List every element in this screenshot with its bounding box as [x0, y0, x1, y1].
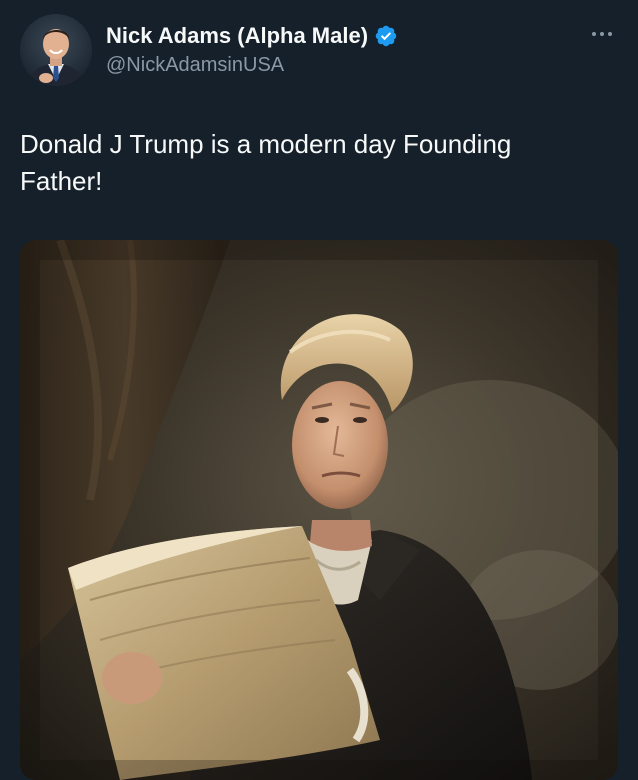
more-options-icon	[592, 32, 612, 36]
name-row: Nick Adams (Alpha Male)	[106, 22, 398, 50]
tweet-card: Nick Adams (Alpha Male) @NickAdamsinUSA …	[0, 0, 638, 780]
verified-badge-icon[interactable]	[374, 24, 398, 48]
more-options-button[interactable]	[586, 22, 618, 46]
portrait-painting-image	[20, 240, 618, 780]
author-handle[interactable]: @NickAdamsinUSA	[106, 54, 398, 77]
avatar-photo-icon	[20, 14, 92, 86]
author-info: Nick Adams (Alpha Male) @NickAdamsinUSA	[106, 22, 398, 77]
tweet-text: Donald J Trump is a modern day Founding …	[20, 129, 512, 196]
tweet-media-image[interactable]	[20, 240, 618, 780]
author-avatar[interactable]	[20, 14, 92, 86]
author-display-name[interactable]: Nick Adams (Alpha Male)	[106, 23, 368, 49]
